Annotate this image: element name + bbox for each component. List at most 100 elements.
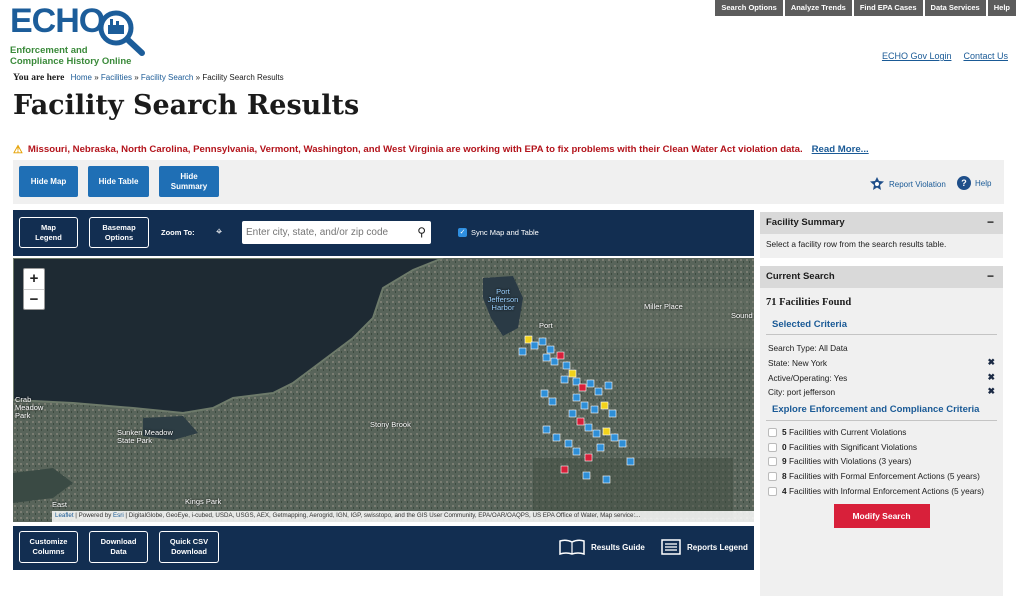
facility-marker[interactable]: [582, 471, 591, 480]
basemap-options-button[interactable]: Basemap Options: [89, 217, 149, 248]
breadcrumb-facility-search[interactable]: Facility Search: [141, 73, 193, 82]
facility-marker[interactable]: [594, 387, 603, 396]
filter-checkbox[interactable]: [768, 471, 777, 481]
facility-marker[interactable]: [546, 345, 555, 354]
facility-marker[interactable]: [586, 379, 595, 388]
facility-marker[interactable]: [604, 381, 613, 390]
facility-map[interactable]: + − Port Jefferson Harbor Port Miller Pl…: [13, 258, 754, 522]
criteria-item: Search Type: All Data: [766, 341, 997, 356]
basemap-line1: Basemap: [102, 222, 136, 232]
reports-legend-link[interactable]: Reports Legend: [661, 539, 748, 555]
powered-by-label: Powered by: [78, 512, 112, 519]
facility-marker[interactable]: [608, 409, 617, 418]
nav-find-epa-cases[interactable]: Find EPA Cases: [853, 0, 923, 16]
criteria-list: Search Type: All Data State: New York ✖ …: [766, 341, 997, 400]
facility-marker[interactable]: [618, 439, 627, 448]
contact-us-link[interactable]: Contact Us: [963, 51, 1008, 61]
filter-count: 8: [782, 470, 787, 481]
sync-checkbox[interactable]: ✓: [458, 228, 467, 237]
nav-analyze-trends[interactable]: Analyze Trends: [784, 0, 852, 16]
hide-table-button[interactable]: Hide Table: [88, 166, 149, 197]
facility-marker[interactable]: [610, 433, 619, 442]
facility-marker[interactable]: [580, 401, 589, 410]
facility-marker[interactable]: [540, 389, 549, 398]
modify-search-button[interactable]: Modify Search: [833, 504, 930, 529]
facility-marker[interactable]: [590, 405, 599, 414]
facility-marker[interactable]: [530, 341, 539, 350]
current-search-header[interactable]: Current Search −: [760, 266, 1003, 288]
facility-marker[interactable]: [556, 351, 565, 360]
echo-logo[interactable]: ECHO Enforcement and Compliance History …: [10, 4, 160, 67]
download-data-button[interactable]: Download Data: [89, 531, 148, 563]
facility-marker[interactable]: [548, 397, 557, 406]
facility-marker[interactable]: [578, 383, 587, 392]
facility-marker[interactable]: [584, 423, 593, 432]
facility-marker[interactable]: [568, 369, 577, 378]
zoom-in-button[interactable]: +: [24, 269, 44, 289]
help-link[interactable]: ? Help: [957, 176, 991, 190]
facility-marker[interactable]: [564, 439, 573, 448]
nav-data-services[interactable]: Data Services: [924, 0, 986, 16]
breadcrumb-facilities[interactable]: Facilities: [101, 73, 132, 82]
facility-marker[interactable]: [560, 465, 569, 474]
facility-marker[interactable]: [542, 353, 551, 362]
customize-columns-button[interactable]: Customize Columns: [19, 531, 78, 563]
filter-checkbox[interactable]: [768, 428, 777, 438]
locate-icon[interactable]: ⌖: [216, 226, 222, 239]
map-label-sunken-meadow: Sunken Meadow State Park: [117, 428, 173, 445]
collapse-icon[interactable]: −: [987, 269, 994, 283]
facility-marker[interactable]: [592, 429, 601, 438]
facility-marker[interactable]: [568, 409, 577, 418]
facility-marker[interactable]: [584, 453, 593, 462]
facility-marker[interactable]: [572, 447, 581, 456]
report-violation-link[interactable]: Report Violation: [869, 176, 946, 192]
sync-map-table-toggle[interactable]: ✓ Sync Map and Table: [458, 228, 539, 237]
facility-marker[interactable]: [600, 401, 609, 410]
gov-login-link[interactable]: ECHO Gov Login: [882, 51, 952, 61]
nav-search-options[interactable]: Search Options: [715, 0, 783, 16]
search-icon[interactable]: ⚲: [417, 225, 426, 239]
facility-filter-item[interactable]: 5 Facilities with Current Violations: [766, 425, 997, 440]
esri-link[interactable]: Esri: [113, 512, 124, 519]
filter-checkbox[interactable]: [768, 442, 777, 452]
hide-map-button[interactable]: Hide Map: [19, 166, 78, 197]
collapse-icon[interactable]: −: [987, 215, 994, 229]
leaflet-link[interactable]: Leaflet: [55, 512, 74, 519]
hide-summary-line1: Hide: [180, 171, 198, 181]
facility-filter-item[interactable]: 0 Facilities with Significant Violations: [766, 440, 997, 455]
quick-csv-download-button[interactable]: Quick CSV Download: [159, 531, 219, 563]
facility-marker[interactable]: [542, 425, 551, 434]
filter-checkbox[interactable]: [768, 486, 777, 496]
results-guide-link[interactable]: Results Guide: [559, 539, 645, 555]
location-search-input[interactable]: [242, 221, 407, 244]
facility-marker[interactable]: [572, 393, 581, 402]
logo-subtitle-line2: Compliance History Online: [10, 56, 132, 67]
zoom-out-button[interactable]: −: [24, 289, 44, 309]
facility-marker[interactable]: [562, 361, 571, 370]
facility-marker[interactable]: [602, 475, 611, 484]
filter-checkbox[interactable]: [768, 457, 777, 467]
facility-marker[interactable]: [576, 417, 585, 426]
breadcrumb-home[interactable]: Home: [71, 73, 92, 82]
facility-marker[interactable]: [626, 457, 635, 466]
facility-summary-header[interactable]: Facility Summary −: [760, 212, 1003, 234]
facility-filter-item[interactable]: 9 Facilities with Violations (3 years): [766, 454, 997, 469]
remove-criteria-icon[interactable]: ✖: [987, 357, 995, 368]
remove-criteria-icon[interactable]: ✖: [987, 372, 995, 383]
facility-marker[interactable]: [596, 443, 605, 452]
breadcrumb: You are here Home » Facilities » Facilit…: [13, 73, 284, 83]
facility-marker[interactable]: [552, 433, 561, 442]
read-more-link[interactable]: Read More...: [812, 144, 869, 155]
facility-filter-item[interactable]: 4 Facilities with Informal Enforcement A…: [766, 484, 997, 499]
facility-marker[interactable]: [602, 427, 611, 436]
facility-marker[interactable]: [518, 347, 527, 356]
facility-marker[interactable]: [538, 337, 547, 346]
report-violation-label: Report Violation: [889, 179, 946, 189]
facility-filter-item[interactable]: 8 Facilities with Formal Enforcement Act…: [766, 469, 997, 484]
remove-criteria-icon[interactable]: ✖: [987, 386, 995, 397]
facility-marker[interactable]: [560, 375, 569, 384]
map-legend-button[interactable]: Map Legend: [19, 217, 78, 248]
nav-help[interactable]: Help: [987, 0, 1016, 16]
hide-summary-button[interactable]: Hide Summary: [159, 166, 219, 197]
filter-count: 0: [782, 441, 787, 452]
